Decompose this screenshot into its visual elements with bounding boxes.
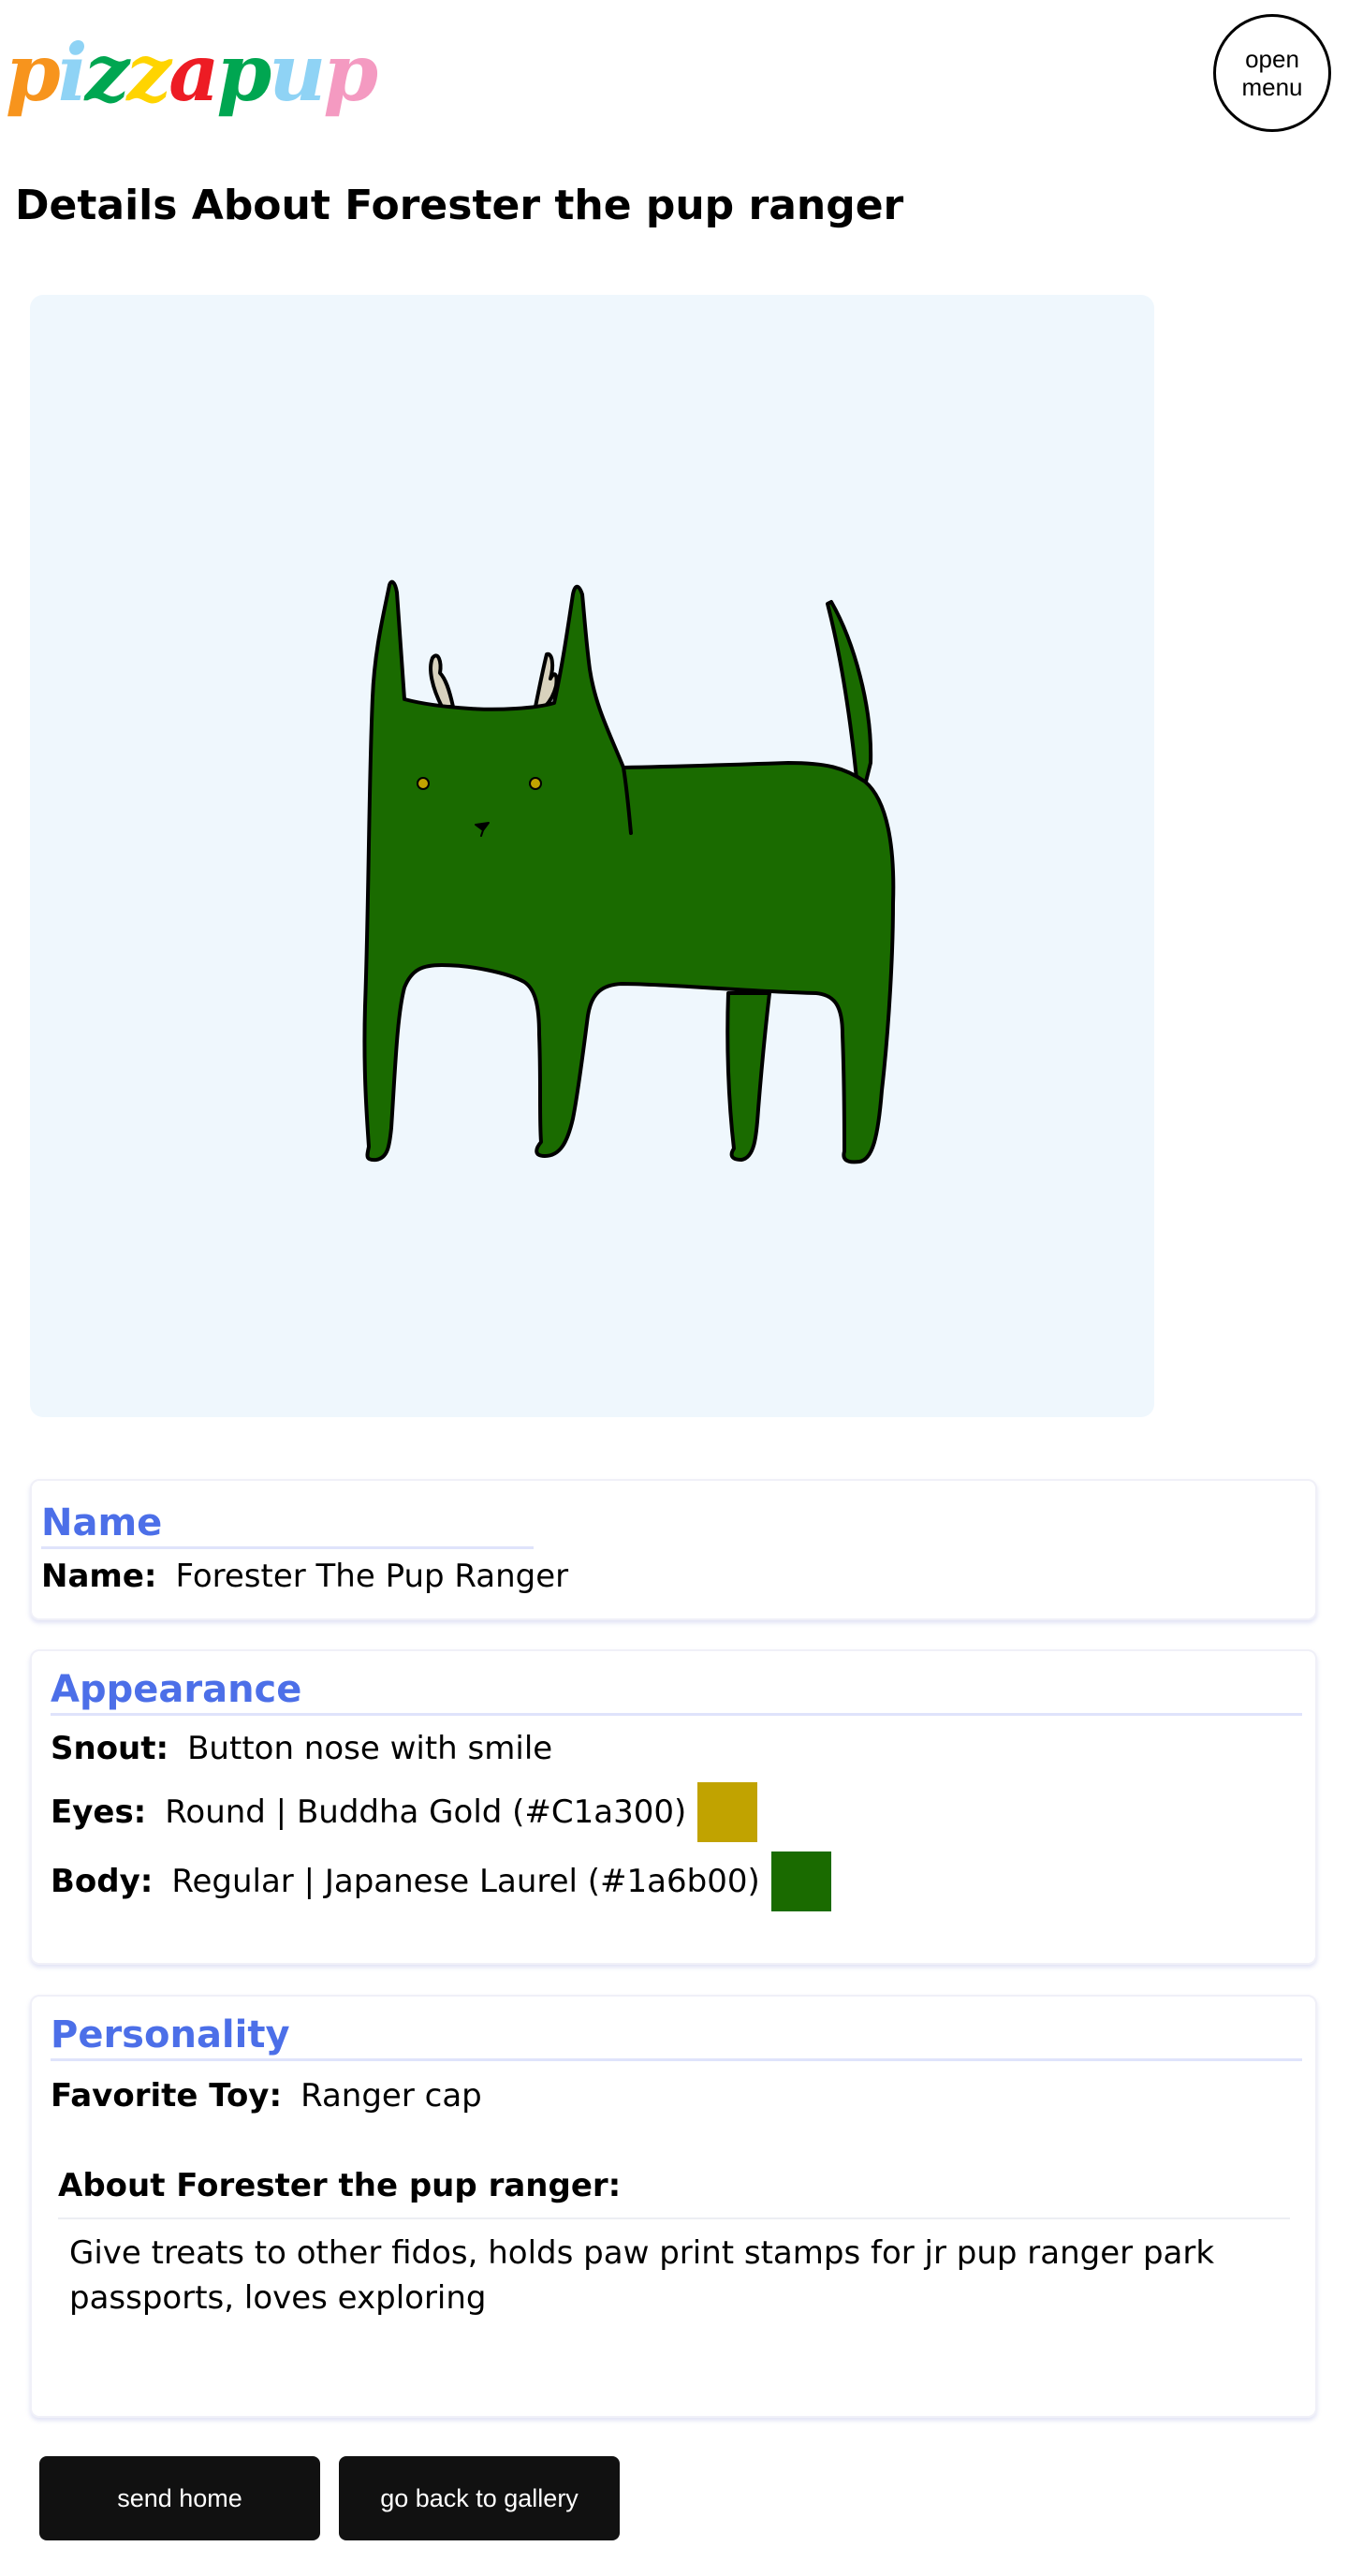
name-section-heading: Name	[41, 1500, 534, 1549]
name-card: Name Name: Forester The Pup Ranger	[30, 1479, 1317, 1620]
appearance-section-heading: Appearance	[51, 1666, 1302, 1716]
pup-image-panel	[30, 295, 1154, 1417]
favorite-toy-label: Favorite Toy:	[51, 2077, 283, 2115]
eyes-value: Round | Buddha Gold (#C1a300)	[165, 1793, 687, 1831]
eyes-row: Eyes: Round | Buddha Gold (#C1a300)	[51, 1782, 758, 1842]
logo-letter: p	[323, 26, 378, 119]
body-label: Body:	[51, 1863, 154, 1900]
page-title: Details About Forester the pup ranger	[15, 182, 904, 229]
menu-button-label-line2: menu	[1241, 73, 1303, 101]
body-row: Body: Regular | Japanese Laurel (#1a6b00…	[51, 1852, 831, 1911]
personality-section-heading: Personality	[51, 2012, 1302, 2061]
logo-letter: u	[269, 26, 326, 119]
open-menu-button[interactable]: open menu	[1213, 14, 1331, 132]
logo-letter: p	[216, 26, 272, 119]
about-text: Give treats to other fidos, holds paw pr…	[58, 2217, 1290, 2358]
appearance-card: Appearance Snout: Button nose with smile…	[30, 1649, 1317, 1965]
eyes-label: Eyes:	[51, 1793, 147, 1831]
pizzapup-logo[interactable]: pizzapup	[6, 17, 378, 129]
snout-value: Button nose with smile	[187, 1730, 553, 1767]
pup-eye-left	[417, 777, 430, 790]
about-label: About Forester the pup ranger:	[58, 2167, 622, 2204]
pup-eye-right	[529, 777, 542, 790]
logo-letter: z	[126, 26, 171, 119]
site-header: pizzapup open menu	[0, 0, 1348, 150]
send-home-button[interactable]: send home	[39, 2456, 320, 2540]
pup-antler-left	[429, 653, 455, 709]
body-color-swatch	[770, 1852, 831, 1911]
personality-card: Personality Favorite Toy: Ranger cap Abo…	[30, 1995, 1317, 2418]
name-value: Forester The Pup Ranger	[175, 1558, 569, 1595]
pup-details-page: pizzapup open menu Details About Foreste…	[0, 0, 1348, 2576]
name-row: Name: Forester The Pup Ranger	[41, 1556, 568, 1597]
name-label: Name:	[41, 1558, 157, 1595]
eyes-color-swatch	[697, 1782, 758, 1842]
pup-illustration	[362, 579, 896, 1164]
back-to-gallery-button[interactable]: go back to gallery	[339, 2456, 620, 2540]
logo-letter: p	[6, 26, 61, 119]
menu-button-label-line1: open	[1245, 45, 1299, 73]
favorite-toy-value: Ranger cap	[300, 2077, 482, 2115]
favorite-toy-row: Favorite Toy: Ranger cap	[51, 2075, 482, 2116]
pup-back-leg	[725, 991, 771, 1162]
logo-letter: a	[168, 26, 219, 119]
logo-letter: z	[84, 26, 130, 119]
pup-body	[362, 579, 896, 1164]
snout-row: Snout: Button nose with smile	[51, 1728, 552, 1769]
snout-label: Snout:	[51, 1730, 169, 1767]
logo-letter: i	[57, 26, 88, 119]
body-value: Regular | Japanese Laurel (#1a6b00)	[171, 1863, 760, 1900]
